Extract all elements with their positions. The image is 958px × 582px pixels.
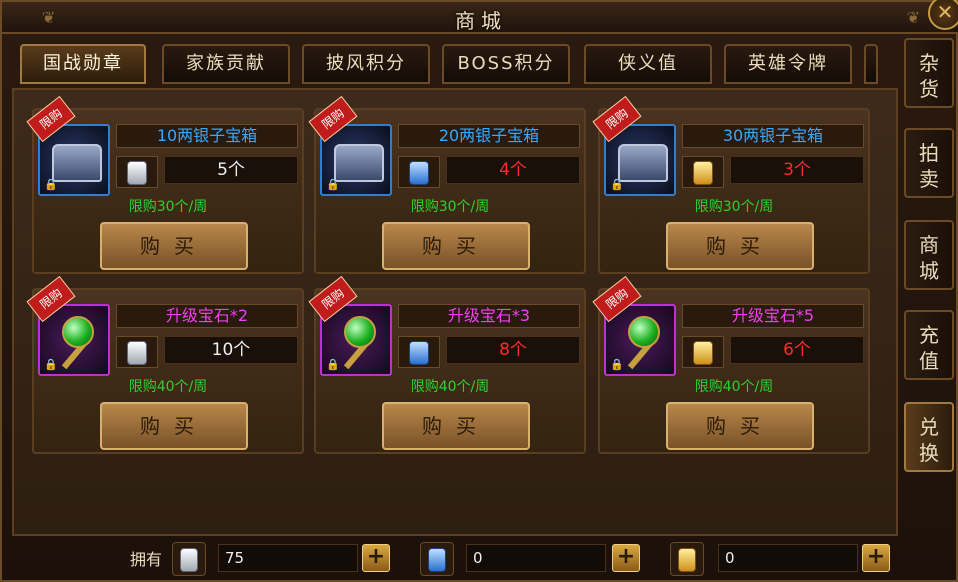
wallet-balance: 75 [218, 544, 358, 572]
tab-overflow[interactable] [864, 44, 878, 84]
shop-item-card: 🔒 限购 20两银子宝箱 4个 限购30个/周 购买 [308, 95, 586, 274]
side-tab-label-2: 货 [919, 77, 939, 101]
currency-slot [682, 156, 724, 188]
add-silver-button[interactable]: + [362, 544, 390, 572]
side-tab-label-2: 卖 [919, 167, 939, 191]
purchase-limit: 限购30个/周 [410, 199, 490, 215]
buy-button[interactable]: 购买 [100, 402, 248, 450]
gold-token-icon [693, 161, 713, 185]
side-tab-label-2: 值 [919, 349, 939, 373]
purchase-limit: 限购40个/周 [410, 379, 490, 395]
wallet-currency-slot [420, 542, 454, 576]
buy-button[interactable]: 购买 [382, 402, 530, 450]
currency-slot [682, 336, 724, 368]
side-nav: 杂 货 拍 卖 商 城 充 值 兑 换 [904, 38, 954, 488]
ornament-right-icon: ❦ [906, 8, 920, 27]
wallet-bar: 拥有 75 + 0 + 0 + [2, 542, 902, 582]
wallet-balance: 0 [466, 544, 606, 572]
add-gold-button[interactable]: + [862, 544, 890, 572]
item-price: 6个 [730, 336, 864, 364]
blue-token-icon [409, 161, 429, 185]
item-name: 升级宝石*3 [398, 304, 580, 328]
purchase-limit: 限购40个/周 [128, 379, 208, 395]
side-tab-label-2: 换 [919, 441, 939, 465]
close-icon: ✕ [936, 0, 954, 24]
purchase-limit: 限购40个/周 [694, 379, 774, 395]
tab-chivalry-value[interactable]: 侠义值 [584, 44, 712, 84]
lock-icon: 🔒 [326, 358, 340, 371]
lock-icon: 🔒 [44, 178, 58, 191]
buy-button[interactable]: 购买 [382, 222, 530, 270]
shop-item-card: 🔒 限购 30两银子宝箱 3个 限购30个/周 购买 [592, 95, 870, 274]
shop-item-card: 🔒 限购 升级宝石*5 6个 限购40个/周 购买 [592, 275, 870, 454]
close-button[interactable]: ✕ [928, 0, 958, 30]
side-tab-label-1: 充 [919, 323, 939, 347]
lock-icon: 🔒 [44, 358, 58, 371]
currency-slot [398, 156, 440, 188]
currency-slot [398, 336, 440, 368]
add-blue-button[interactable]: + [612, 544, 640, 572]
gold-token-icon [693, 341, 713, 365]
lock-icon: 🔒 [610, 178, 624, 191]
buy-button[interactable]: 购买 [100, 222, 248, 270]
treasure-chest-icon [618, 144, 668, 182]
tab-cloak-points[interactable]: 披风积分 [302, 44, 430, 84]
item-price: 8个 [446, 336, 580, 364]
title-bar: ❦ 商城 ❦ [2, 2, 958, 34]
buy-button[interactable]: 购买 [666, 402, 814, 450]
side-tab-exchange[interactable]: 兑 换 [904, 402, 954, 472]
currency-slot [116, 156, 158, 188]
side-tab-label-1: 兑 [919, 415, 939, 439]
item-name: 10两银子宝箱 [116, 124, 298, 148]
treasure-chest-icon [52, 144, 102, 182]
gold-token-icon [678, 548, 696, 572]
item-name: 升级宝石*2 [116, 304, 298, 328]
green-gem-staff-icon [628, 316, 660, 348]
item-name: 升级宝石*5 [682, 304, 864, 328]
green-gem-staff-icon [62, 316, 94, 348]
side-tab-label-2: 城 [919, 259, 939, 283]
side-tab-label-1: 拍 [919, 141, 939, 165]
item-price: 5个 [164, 156, 298, 184]
currency-slot [116, 336, 158, 368]
side-tab-recharge[interactable]: 充 值 [904, 310, 954, 380]
item-price: 10个 [164, 336, 298, 364]
tab-guozhan-medal[interactable]: 国战勋章 [20, 44, 146, 84]
side-tab-mall[interactable]: 商 城 [904, 220, 954, 290]
shop-item-card: 🔒 限购 升级宝石*3 8个 限购40个/周 购买 [308, 275, 586, 454]
item-name: 30两银子宝箱 [682, 124, 864, 148]
shop-content: 🔒 限购 10两银子宝箱 5个 限购30个/周 购买 🔒 限购 20两银子宝箱 … [12, 88, 898, 536]
tab-hero-token[interactable]: 英雄令牌 [724, 44, 852, 84]
side-tab-groceries[interactable]: 杂 货 [904, 38, 954, 108]
wallet-balance: 0 [718, 544, 858, 572]
window-title: 商城 [455, 9, 507, 33]
lock-icon: 🔒 [610, 358, 624, 371]
item-price: 3个 [730, 156, 864, 184]
shop-item-card: 🔒 限购 10两银子宝箱 5个 限购30个/周 购买 [26, 95, 304, 274]
side-tab-label-1: 杂 [919, 51, 939, 75]
blue-token-icon [409, 341, 429, 365]
silver-token-icon [127, 341, 147, 365]
buy-button[interactable]: 购买 [666, 222, 814, 270]
side-tab-auction[interactable]: 拍 卖 [904, 128, 954, 198]
green-gem-staff-icon [344, 316, 376, 348]
tab-family-contribution[interactable]: 家族贡献 [162, 44, 290, 84]
item-name: 20两银子宝箱 [398, 124, 580, 148]
shop-window: ❦ 商城 ❦ ✕ 国战勋章 家族贡献 披风积分 BOSS积分 侠义值 英雄令牌 … [0, 0, 958, 582]
silver-token-icon [127, 161, 147, 185]
side-tab-label-1: 商 [919, 233, 939, 257]
tab-boss-points[interactable]: BOSS积分 [442, 44, 570, 84]
blue-token-icon [428, 548, 446, 572]
lock-icon: 🔒 [326, 178, 340, 191]
shop-item-card: 🔒 限购 升级宝石*2 10个 限购40个/周 购买 [26, 275, 304, 454]
silver-token-icon [180, 548, 198, 572]
purchase-limit: 限购30个/周 [128, 199, 208, 215]
wallet-currency-slot [172, 542, 206, 576]
item-price: 4个 [446, 156, 580, 184]
treasure-chest-icon [334, 144, 384, 182]
purchase-limit: 限购30个/周 [694, 199, 774, 215]
wallet-label: 拥有 [130, 550, 163, 569]
wallet-currency-slot [670, 542, 704, 576]
